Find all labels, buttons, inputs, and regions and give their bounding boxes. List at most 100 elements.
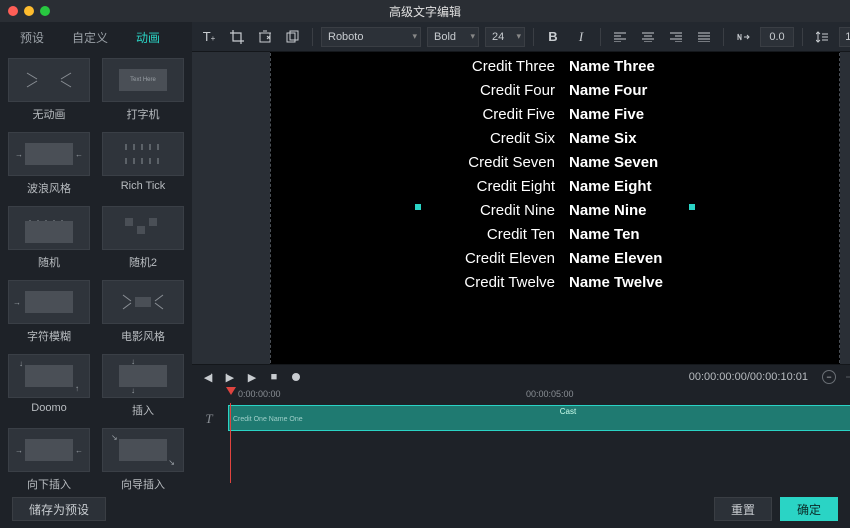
align-left-button[interactable] [609,26,631,48]
leading-input[interactable] [839,27,850,47]
preset-label: 插入 [132,402,154,418]
crop-button[interactable] [226,26,248,48]
preset-label: 随机2 [129,254,157,270]
preset-item[interactable]: 无动画 [8,58,90,122]
minimize-window-button[interactable] [24,6,34,16]
preset-label: 字符模糊 [27,328,71,344]
preset-item[interactable]: ↘↘ 向导插入 [102,428,184,490]
preset-thumb [102,280,184,324]
credit-left: Credit Twelve [271,274,555,291]
delete-title-button[interactable] [254,26,276,48]
credit-row[interactable]: Credit Five Name Five [271,106,839,123]
preset-thumb: ↓↑ [8,354,90,398]
preset-label: Doomo [31,402,66,414]
font-size-select[interactable]: 24 [485,27,525,47]
timeline-ruler[interactable]: 0:00:00:00 00:00:05:00 [226,389,850,405]
preset-item[interactable]: →←波浪风格 [8,132,90,196]
preset-label: 电影风格 [121,328,165,344]
credit-right: Name Five [569,106,840,123]
credit-row[interactable]: Credit Six Name Six [271,130,839,147]
preset-item[interactable]: Text Here打字机 [102,58,184,122]
tracking-icon [732,26,754,48]
text-track-label: T [192,405,226,433]
preset-item[interactable]: 随机2 [102,206,184,270]
credit-right: Name Seven [569,154,840,171]
credit-right: Name Twelve [569,274,840,291]
preset-thumb [8,58,90,102]
credit-row[interactable]: Credit Twelve Name Twelve [271,274,839,291]
record-button[interactable] [288,369,304,385]
ok-button[interactable]: 确定 [780,497,838,521]
playhead-icon[interactable] [226,387,236,397]
credit-row[interactable]: Credit Nine Name Nine [271,202,839,219]
preset-item[interactable]: ↓↑ Doomo [8,354,90,418]
credit-right: Name Six [569,130,840,147]
clip-subtitle: Credit One Name One [233,416,850,423]
zoom-slider[interactable] [846,376,850,378]
preset-item[interactable]: →← 向下插入 [8,428,90,490]
preset-label: 向下插入 [27,476,71,490]
maximize-window-button[interactable] [40,6,50,16]
stop-button[interactable]: ■ [266,369,282,385]
duplicate-title-button[interactable] [282,26,304,48]
credit-left: Credit Four [271,82,555,99]
credit-right: Name Eleven [569,250,840,267]
credit-row[interactable]: Credit Eight Name Eight [271,178,839,195]
preset-item[interactable]: → 字符模糊 [8,280,90,344]
preview-area: Credit TwoName TwoCredit ThreeName Three… [192,52,850,364]
text-tool-button[interactable]: T+ [198,26,220,48]
preset-thumb: Text Here [102,58,184,102]
preset-item[interactable]: 随机 [8,206,90,270]
italic-button[interactable]: I [570,26,592,48]
credit-right: Name Eight [569,178,840,195]
align-justify-button[interactable] [693,26,715,48]
align-right-button[interactable] [665,26,687,48]
font-family-select[interactable]: Roboto [321,27,421,47]
text-canvas[interactable]: Credit TwoName TwoCredit ThreeName Three… [270,52,840,364]
credit-left: Credit Six [271,130,555,147]
preset-item[interactable]: Rich Tick [102,132,184,196]
credit-row[interactable]: Credit ElevenName Eleven [271,250,839,267]
zoom-out-button[interactable]: − [822,370,836,384]
timeline-clip[interactable]: Cast Credit One Name One [228,405,850,431]
preset-item[interactable]: ↓↓ 插入 [102,354,184,418]
credit-row[interactable]: Credit Four Name Four [271,82,839,99]
save-preset-button[interactable]: 储存为预设 [12,497,106,521]
reset-button[interactable]: 重置 [714,497,772,521]
tab-animation[interactable]: 动画 [122,22,174,52]
next-frame-button[interactable]: |▶ [222,369,238,385]
credit-row[interactable]: Credit SevenName Seven [271,154,839,171]
preset-label: 向导插入 [121,476,165,490]
preset-label: Rich Tick [121,180,166,192]
preset-thumb: ↓↓ [102,354,184,398]
preset-thumb: → [8,280,90,324]
credit-row[interactable]: Credit Three Name Three [271,58,839,75]
credit-right: Name Three [569,58,840,75]
credit-row[interactable]: Credit TenName Ten [271,226,839,243]
credit-right: Name Four [569,82,840,99]
tab-preset[interactable]: 预设 [6,22,58,52]
credit-left: Credit Nine [271,202,555,219]
font-weight-select[interactable]: Bold [427,27,479,47]
leading-icon [811,26,833,48]
credit-right: Name Nine [569,202,840,219]
credit-left: Credit Three [271,58,555,75]
preset-thumb [8,206,90,250]
credit-left: Credit Five [271,106,555,123]
tracking-input[interactable] [760,27,794,47]
play-button[interactable]: ▶ [244,369,260,385]
bold-button[interactable]: B [542,26,564,48]
preset-item[interactable]: 电影风格 [102,280,184,344]
close-window-button[interactable] [8,6,18,16]
titlebar: 高级文字编辑 [0,0,850,22]
clip-title: Cast [233,407,850,416]
ruler-tick: 00:00:05:00 [526,389,574,399]
text-toolbar: T+ Roboto Bold 24 B I [192,22,850,52]
credit-right: Name Ten [569,226,840,243]
preset-thumb: →← [8,428,90,472]
tab-custom[interactable]: 自定义 [58,22,122,52]
align-center-button[interactable] [637,26,659,48]
prev-frame-button[interactable]: ◀| [200,369,216,385]
credit-left: Credit Eight [271,178,555,195]
preset-thumb: ↘↘ [102,428,184,472]
